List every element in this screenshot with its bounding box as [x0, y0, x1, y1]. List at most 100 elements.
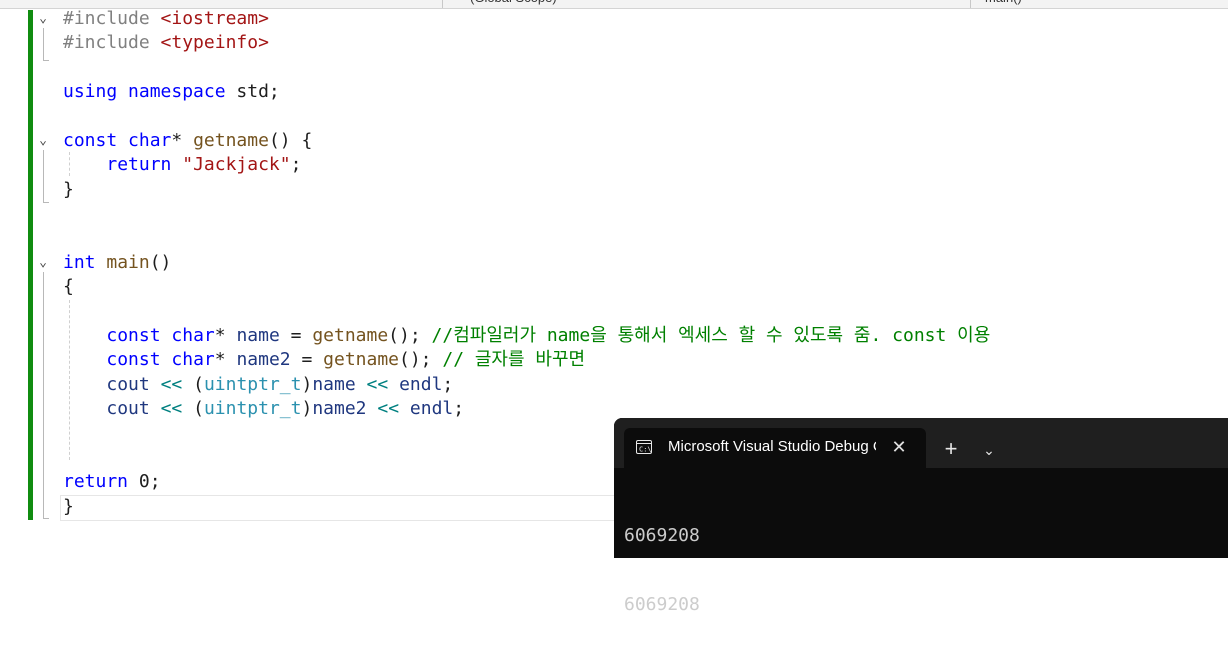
code-line[interactable] [63, 227, 990, 251]
code-line[interactable]: #include <typeinfo> [63, 31, 990, 55]
code-token: name [236, 325, 280, 347]
code-token: ; [290, 154, 302, 176]
code-token: const [106, 325, 161, 347]
code-token: namespace [128, 81, 226, 103]
code-token: (); [388, 325, 432, 347]
code-line[interactable]: { [63, 275, 990, 299]
code-line[interactable] [63, 56, 990, 80]
code-token: main [106, 251, 150, 273]
chevron-down-icon[interactable]: ⌄ [978, 438, 1000, 462]
code-token: () [149, 251, 172, 273]
code-token: ( [182, 398, 204, 420]
code-token: #include [63, 32, 161, 54]
code-token: endl [409, 398, 454, 420]
code-line[interactable]: using namespace std; [63, 80, 990, 104]
code-line[interactable] [63, 300, 990, 324]
code-token: cout [106, 373, 150, 395]
code-token: // 글자를 바꾸면 [442, 349, 586, 371]
code-token: () { [268, 129, 313, 151]
code-line[interactable]: int main() [63, 251, 990, 275]
code-token: char [171, 325, 215, 347]
member-dropdown[interactable]: main() [985, 0, 1022, 8]
collapse-chevron-icon[interactable]: ⌄ [36, 12, 50, 26]
code-token: return [106, 154, 172, 176]
svg-text:C:\: C:\ [639, 446, 652, 454]
fold-guide-end [43, 202, 49, 203]
code-token: uintptr_t [203, 398, 302, 420]
close-icon[interactable]: ✕ [889, 436, 909, 458]
code-token: = [279, 325, 313, 347]
code-token: << [160, 398, 183, 420]
terminal-output: 6069208 6069208 [624, 478, 700, 662]
terminal-tab[interactable]: C:\ Microsoft Visual Studio Debug Consol… [624, 428, 926, 468]
code-token: * [171, 129, 194, 151]
code-line[interactable]: cout << (uintptr_t)name << endl; [63, 373, 990, 397]
code-token: name2 [312, 398, 367, 420]
code-token: 0; [128, 471, 161, 493]
code-token: const [106, 349, 161, 371]
fold-guide-end [43, 60, 49, 61]
code-token: << [377, 398, 400, 420]
code-token: getname [193, 129, 269, 151]
code-token: = [290, 349, 324, 371]
code-line[interactable]: #include <iostream> [63, 7, 990, 31]
code-token: ; [442, 373, 454, 395]
code-token: ) [301, 398, 313, 420]
code-token: ) [301, 373, 313, 395]
fold-guide [43, 28, 44, 60]
code-token: * [214, 325, 237, 347]
code-line[interactable]: const char* getname() { [63, 129, 990, 153]
code-line[interactable]: return "Jackjack"; [63, 153, 990, 177]
code-line[interactable] [63, 202, 990, 226]
console-icon: C:\ [636, 440, 652, 454]
code-token: (); [399, 349, 443, 371]
code-token: getname [323, 349, 399, 371]
terminal-bottom-edge [614, 546, 1228, 558]
code-token: name2 [236, 349, 291, 371]
output-line: 6069208 [624, 594, 700, 615]
change-tracking-bar [28, 10, 33, 520]
code-token: "Jackjack" [182, 154, 291, 176]
code-token: <typeinfo> [160, 32, 269, 54]
code-token: } [63, 178, 74, 200]
new-tab-button[interactable]: + [939, 438, 963, 462]
fold-guide-end [43, 518, 49, 519]
code-token: char [128, 129, 172, 151]
code-token: #include [63, 8, 161, 29]
code-line[interactable] [63, 105, 990, 129]
code-token: endl [399, 373, 443, 395]
code-token: << [160, 373, 183, 395]
code-line[interactable]: const char* name2 = getname(); // 글자를 바꾸… [63, 348, 990, 372]
debug-console-window[interactable]: C:\ Microsoft Visual Studio Debug Consol… [614, 418, 1228, 615]
terminal-tab-title: Microsoft Visual Studio Debug Console [668, 438, 876, 455]
code-token: const [63, 129, 118, 151]
fold-guide [43, 272, 44, 518]
code-line[interactable]: const char* name = getname(); //컴파일러가 na… [63, 324, 990, 348]
code-token: cout [106, 398, 150, 420]
code-token: //컴파일러가 name을 통해서 엑세스 할 수 있도록 줌. const 이… [431, 325, 991, 347]
collapse-chevron-icon[interactable]: ⌄ [36, 256, 50, 270]
code-token: getname [312, 325, 389, 347]
code-token: <iostream> [160, 8, 269, 29]
collapse-chevron-icon[interactable]: ⌄ [36, 134, 50, 148]
code-line[interactable]: } [63, 178, 990, 202]
code-token: ( [182, 373, 204, 395]
fold-guide [43, 150, 44, 202]
